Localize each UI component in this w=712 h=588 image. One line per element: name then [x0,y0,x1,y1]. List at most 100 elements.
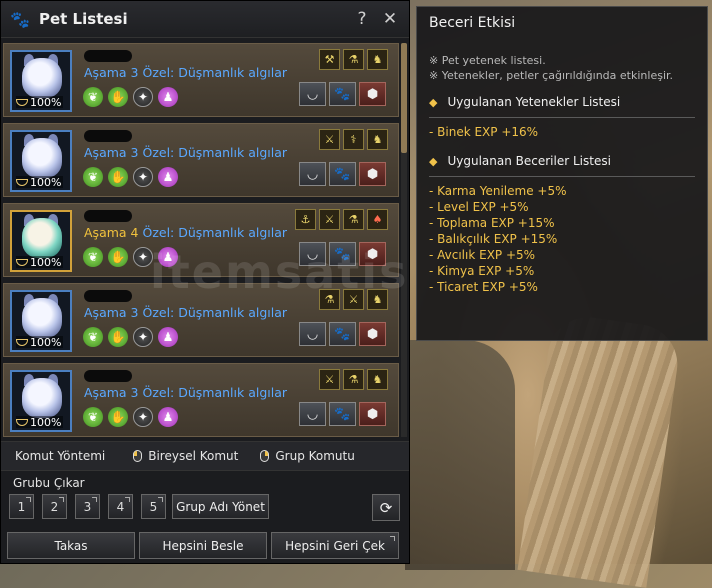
diamond-icon: ◆ [429,95,438,109]
bag-skill-icon[interactable]: ♟ [158,247,178,267]
pet-card[interactable]: 100% Aşama 3 Özel: Düşmanlık algılar ❦ ✋… [3,123,399,197]
compass-skill-icon[interactable]: ✦ [133,87,153,107]
applied-ability-item: - Ticaret EXP +5% [429,280,538,294]
tooltip-note: ※ Yetenekler, petler çağırıldığında etki… [429,69,674,82]
pet-stage: Aşama 3 Özel: Düşmanlık algılar [84,385,287,400]
pet-portrait[interactable]: 100% [10,210,72,272]
group-5-button[interactable]: 5 [141,494,166,519]
applied-skills-title: Uygulanan Yetenekler Listesi [447,95,621,109]
box-icon: ⬢ [366,326,379,342]
exchange-pet-button[interactable]: ⬢ [359,162,386,186]
pet-ability-icon[interactable]: ⚔ [343,289,364,310]
hand-skill-icon[interactable]: ✋ [108,167,128,187]
pet-list-scrollbar[interactable] [401,43,407,437]
compass-skill-icon[interactable]: ✦ [133,407,153,427]
hand-skill-icon[interactable]: ✋ [108,247,128,267]
pet-actions: ◡ 🐾 ⬢ [299,82,386,106]
summon-pet-button[interactable]: 🐾 [329,162,356,186]
summon-pet-button[interactable]: 🐾 [329,82,356,106]
pet-stage-label: Aşama 4 [84,225,139,240]
summon-pet-button[interactable]: 🐾 [329,242,356,266]
pet-ability-icon[interactable]: ⚔ [319,369,340,390]
feed-pet-button[interactable]: ◡ [299,402,326,426]
feed-pet-button[interactable]: ◡ [299,242,326,266]
recall-all-button[interactable]: Hepsini Geri Çek [271,532,399,559]
pet-ability-icon[interactable]: ♞ [367,289,388,310]
group-command-option[interactable]: Grup Komutu [260,449,355,463]
summon-pet-button[interactable]: 🐾 [329,322,356,346]
bowl-icon [16,98,28,106]
leaf-skill-icon[interactable]: ❦ [83,247,103,267]
pet-special-label: Özel: Düşmanlık algılar [142,65,288,80]
leaf-skill-icon[interactable]: ❦ [83,167,103,187]
manage-group-name-button[interactable]: Grup Adı Yönet [172,494,269,519]
leaf-skill-icon[interactable]: ❦ [83,87,103,107]
pet-image [22,298,62,338]
bag-skill-icon[interactable]: ♟ [158,407,178,427]
exchange-button[interactable]: Takas [7,532,135,559]
pet-ability-icon[interactable]: ⚗ [343,209,364,230]
compass-skill-icon[interactable]: ✦ [133,247,153,267]
feed-pet-button[interactable]: ◡ [299,82,326,106]
mouse-left-icon [133,450,143,462]
feed-pet-button[interactable]: ◡ [299,322,326,346]
pet-stage-label: Aşama 3 [84,305,139,320]
pet-ability-icon[interactable]: ⚔ [319,209,340,230]
pet-ability-icon[interactable]: ♠ [367,209,388,230]
pet-name-redacted [84,290,132,302]
refresh-button[interactable]: ⟳ [372,494,400,521]
scrollbar-thumb[interactable] [401,43,407,153]
pet-ability-icon[interactable]: ⚕ [343,129,364,150]
hand-skill-icon[interactable]: ✋ [108,327,128,347]
feed-all-button[interactable]: Hepsini Besle [139,532,267,559]
leaf-skill-icon[interactable]: ❦ [83,407,103,427]
bag-skill-icon[interactable]: ♟ [158,167,178,187]
pet-ability-icon[interactable]: ⚔ [319,129,340,150]
pet-ability-icon[interactable]: ⚓ [295,209,316,230]
pet-ability-icon[interactable]: ⚒ [319,49,340,70]
hand-skill-icon[interactable]: ✋ [108,87,128,107]
group-4-button[interactable]: 4 [108,494,133,519]
window-title: Pet Listesi [39,10,128,28]
pet-portrait[interactable]: 100% [10,50,72,112]
leaf-skill-icon[interactable]: ❦ [83,327,103,347]
pet-stage: Aşama 4 Özel: Düşmanlık algılar [84,225,287,240]
background-rock [405,340,515,570]
pet-card[interactable]: 100% Aşama 3 Özel: Düşmanlık algılar ❦ ✋… [3,43,399,117]
exchange-pet-button[interactable]: ⬢ [359,402,386,426]
pet-ability-icon[interactable]: ♞ [367,369,388,390]
pet-ability-icon[interactable]: ⚗ [319,289,340,310]
help-button[interactable]: ? [353,10,371,28]
group-1-button[interactable]: 1 [9,494,34,519]
pet-card[interactable]: 100% Aşama 3 Özel: Düşmanlık algılar ❦ ✋… [3,363,399,437]
close-button[interactable]: ✕ [381,10,399,28]
applied-ability-item: - Balıkçılık EXP +15% [429,232,558,246]
refresh-icon: ⟳ [379,498,393,517]
pet-portrait[interactable]: 100% [10,130,72,192]
summon-pet-button[interactable]: 🐾 [329,402,356,426]
group-3-button[interactable]: 3 [75,494,100,519]
pet-special-label: Özel: Düşmanlık algılar [142,225,288,240]
pet-card[interactable]: 100% Aşama 3 Özel: Düşmanlık algılar ❦ ✋… [3,283,399,357]
individual-command-option[interactable]: Bireysel Komut [133,449,238,463]
group-2-button[interactable]: 2 [42,494,67,519]
title-bar[interactable]: 🐾 Pet Listesi ? ✕ [1,1,409,38]
exchange-pet-button[interactable]: ⬢ [359,82,386,106]
pet-portrait[interactable]: 100% [10,370,72,432]
exchange-pet-button[interactable]: ⬢ [359,242,386,266]
pet-skill-icons: ❦ ✋ ✦ ♟ [83,407,178,427]
bag-skill-icon[interactable]: ♟ [158,87,178,107]
feed-pet-button[interactable]: ◡ [299,162,326,186]
pet-portrait[interactable]: 100% [10,290,72,352]
pet-ability-icon[interactable]: ♞ [367,49,388,70]
pet-skill-icons: ❦ ✋ ✦ ♟ [83,327,178,347]
pet-ability-icon[interactable]: ♞ [367,129,388,150]
pet-card[interactable]: 100% Aşama 4 Özel: Düşmanlık algılar ❦ ✋… [3,203,399,277]
compass-skill-icon[interactable]: ✦ [133,167,153,187]
pet-ability-icon[interactable]: ⚗ [343,49,364,70]
hand-skill-icon[interactable]: ✋ [108,407,128,427]
exchange-pet-button[interactable]: ⬢ [359,322,386,346]
compass-skill-icon[interactable]: ✦ [133,327,153,347]
pet-ability-icon[interactable]: ⚗ [343,369,364,390]
bag-skill-icon[interactable]: ♟ [158,327,178,347]
